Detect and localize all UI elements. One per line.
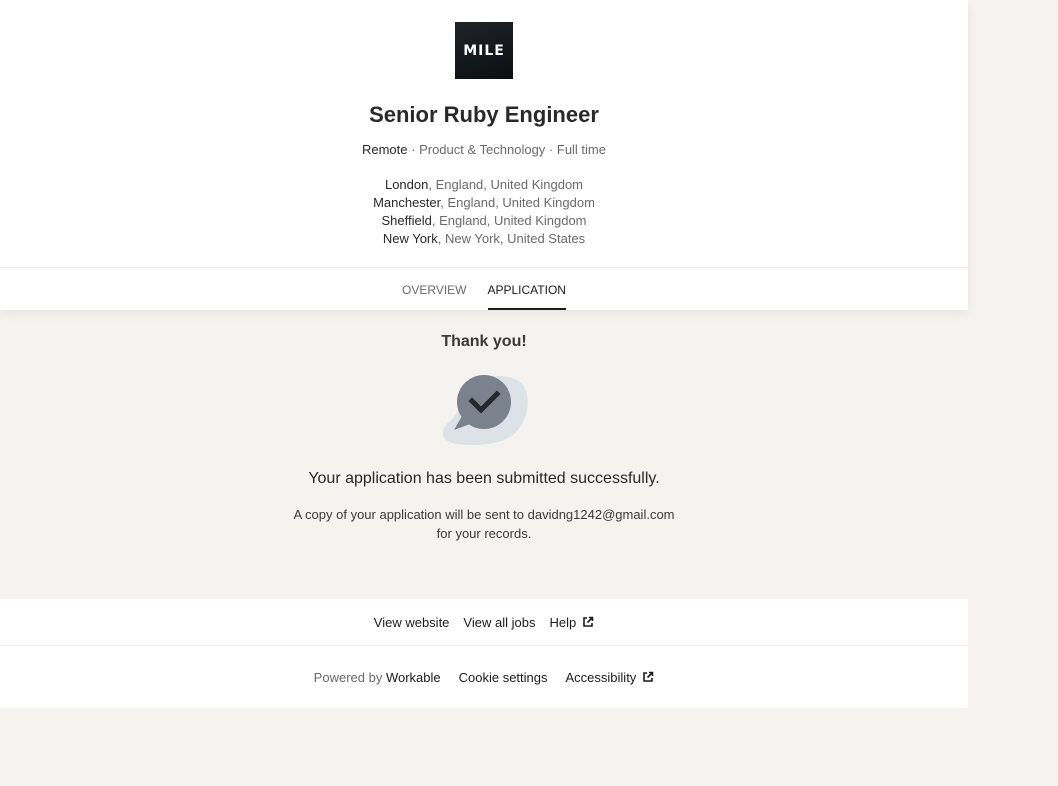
location-city: New York — [382, 231, 438, 246]
job-type: Full time — [556, 142, 606, 157]
tab-application[interactable]: APPLICATION — [487, 268, 566, 310]
location-item: Sheffield, England, United Kingdom — [0, 212, 968, 230]
location-city: London — [384, 177, 429, 192]
location-region: , England, United Kingdom — [431, 213, 587, 228]
location-item: New York, New York, United States — [0, 230, 968, 248]
external-link-icon — [643, 671, 654, 682]
location-city: Manchester — [373, 195, 441, 210]
location-city: Sheffield — [381, 213, 432, 228]
job-title: Senior Ruby Engineer — [369, 102, 599, 127]
thank-you-title: Thank you! — [441, 333, 527, 350]
view-all-jobs-link[interactable]: View all jobs — [463, 615, 535, 630]
view-website-link[interactable]: View website — [374, 615, 450, 630]
accessibility-link[interactable]: Accessibility — [566, 670, 655, 685]
copy-notice: A copy of your application will be sent … — [0, 505, 968, 543]
job-tabs: OVERVIEW APPLICATION — [0, 268, 968, 310]
location-region: , New York, United States — [437, 231, 586, 246]
company-logo-text: MILE — [463, 42, 505, 59]
workable-link[interactable]: Workable — [386, 670, 441, 685]
footer-links: View website View all jobs Help — [0, 599, 968, 646]
copy-notice-line: A copy of your application will be sent … — [293, 507, 675, 522]
footer: View website View all jobs Help Powered … — [0, 599, 968, 708]
location-region: , England, United Kingdom — [440, 195, 595, 210]
meta-separator: · — [407, 142, 420, 157]
external-link-icon — [583, 616, 594, 627]
powered-by-label: Powered by — [313, 669, 386, 685]
job-workplace: Remote — [361, 142, 408, 157]
meta-separator: · — [545, 142, 557, 157]
location-item: London, England, United Kingdom — [0, 176, 968, 194]
copy-notice-line: for your records. — [436, 526, 532, 541]
success-check-icon — [442, 375, 528, 445]
job-locations: London, England, United Kingdom Manchest… — [0, 176, 968, 248]
footer-bottom: Powered by Workable Cookie settings Acce… — [0, 646, 968, 708]
company-logo[interactable]: MILE — [455, 22, 513, 79]
page: MILE Senior Ruby Engineer Remote · Produ… — [0, 0, 1058, 786]
location-item: Manchester, England, United Kingdom — [0, 194, 968, 212]
cookie-settings-link[interactable]: Cookie settings — [459, 670, 548, 685]
job-header: MILE Senior Ruby Engineer Remote · Produ… — [0, 0, 968, 310]
location-region: , England, United Kingdom — [428, 177, 584, 192]
success-message: Your application has been submitted succ… — [308, 470, 660, 487]
accessibility-link-label: Accessibility — [565, 669, 637, 685]
powered-by: Powered by Workable — [314, 670, 441, 685]
job-meta: Remote · Product & Technology · Full tim… — [0, 142, 968, 157]
help-link[interactable]: Help — [549, 615, 594, 630]
job-department: Product & Technology — [419, 142, 546, 157]
tab-overview[interactable]: OVERVIEW — [402, 268, 466, 310]
help-link-label: Help — [549, 614, 577, 630]
